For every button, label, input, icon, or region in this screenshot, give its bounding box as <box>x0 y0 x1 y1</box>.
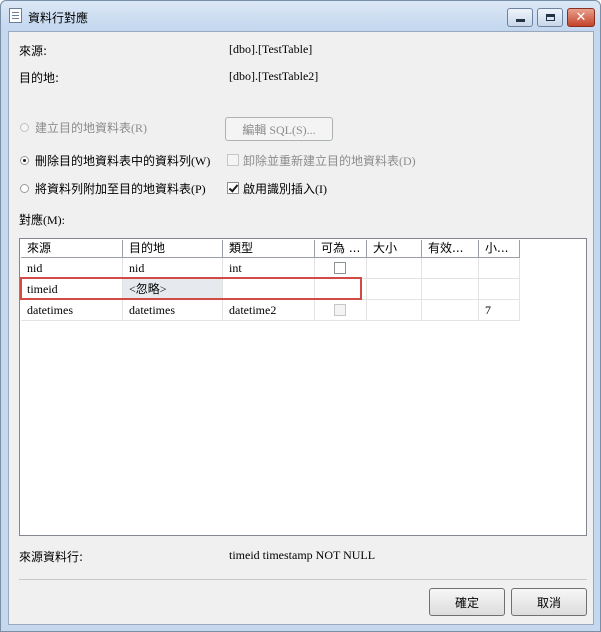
row-datetimes-size[interactable] <box>367 300 422 321</box>
row-nid-destination[interactable]: nid <box>123 258 223 279</box>
minimize-button[interactable] <box>507 8 533 27</box>
source-column-value: timeid timestamp NOT NULL <box>229 548 376 562</box>
row-nid-type[interactable]: int <box>223 258 315 279</box>
row-timeid-precision[interactable] <box>422 279 479 300</box>
mappings-label: 對應(M): <box>19 213 65 227</box>
highlight-box <box>20 277 362 300</box>
create-table-radio[interactable] <box>20 123 29 132</box>
drop-recreate-checkbox[interactable] <box>227 154 239 166</box>
column-header-precision[interactable]: 有效... <box>422 240 479 258</box>
column-header-size[interactable]: 大小 <box>367 240 422 258</box>
column-header-destination[interactable]: 目的地 <box>123 240 223 258</box>
edit-sql-button[interactable]: 編輯 SQL(S)... <box>225 117 333 141</box>
window-title: 資料行對應 <box>28 11 89 25</box>
column-header-scale[interactable]: 小... <box>479 240 520 258</box>
divider <box>19 579 587 580</box>
title-bar[interactable]: 資料行對應 ✕ <box>1 1 600 31</box>
minimize-icon <box>515 19 525 22</box>
document-icon <box>9 8 22 23</box>
row-datetimes-precision[interactable] <box>422 300 479 321</box>
source-value: [dbo].[TestTable] <box>229 42 313 56</box>
append-rows-radio[interactable] <box>20 184 29 193</box>
column-header-source[interactable]: 來源 <box>21 240 123 258</box>
nullable-checkbox[interactable] <box>334 262 346 274</box>
column-header-nullable[interactable]: 可為 ... <box>315 240 367 258</box>
destination-value: [dbo].[TestTable2] <box>229 69 319 83</box>
row-datetimes-source[interactable]: datetimes <box>21 300 123 321</box>
row-datetimes-nullable[interactable] <box>315 300 367 321</box>
row-nid-size[interactable] <box>367 258 422 279</box>
source-label: 來源: <box>19 44 48 58</box>
row-datetimes-type[interactable]: datetime2 <box>223 300 315 321</box>
identity-insert-checkbox[interactable] <box>227 182 239 194</box>
column-mappings-window: 資料行對應 ✕ 來源: [dbo].[TestTable] 目的地: [dbo]… <box>0 0 601 632</box>
identity-insert-label: 啟用識別插入(I) <box>243 182 327 196</box>
column-header-type[interactable]: 類型 <box>223 240 315 258</box>
maximize-button[interactable] <box>537 8 563 27</box>
row-datetimes-scale[interactable]: 7 <box>479 300 520 321</box>
append-rows-label: 將資料列附加至目的地資料表(P) <box>35 182 206 196</box>
cancel-button[interactable]: 取消 <box>511 588 587 616</box>
destination-label: 目的地: <box>19 71 60 85</box>
maximize-icon <box>545 14 555 21</box>
create-table-label: 建立目的地資料表(R) <box>35 121 147 135</box>
drop-recreate-label: 卸除並重新建立目的地資料表(D) <box>243 154 416 168</box>
row-timeid-scale[interactable] <box>479 279 520 300</box>
delete-rows-label: 刪除目的地資料表中的資料列(W) <box>35 154 211 168</box>
delete-rows-radio[interactable] <box>20 156 29 165</box>
row-nid-source[interactable]: nid <box>21 258 123 279</box>
dialog-body: 來源: [dbo].[TestTable] 目的地: [dbo].[TestTa… <box>8 31 594 625</box>
close-button[interactable]: ✕ <box>567 8 595 27</box>
ok-button[interactable]: 確定 <box>429 588 505 616</box>
nullable-checkbox[interactable] <box>334 304 346 316</box>
row-datetimes-destination[interactable]: datetimes <box>123 300 223 321</box>
row-timeid-size[interactable] <box>367 279 422 300</box>
row-nid-precision[interactable] <box>422 258 479 279</box>
close-icon: ✕ <box>575 10 587 25</box>
row-nid-scale[interactable] <box>479 258 520 279</box>
row-nid-nullable[interactable] <box>315 258 367 279</box>
source-column-label: 來源資料行: <box>19 550 84 564</box>
